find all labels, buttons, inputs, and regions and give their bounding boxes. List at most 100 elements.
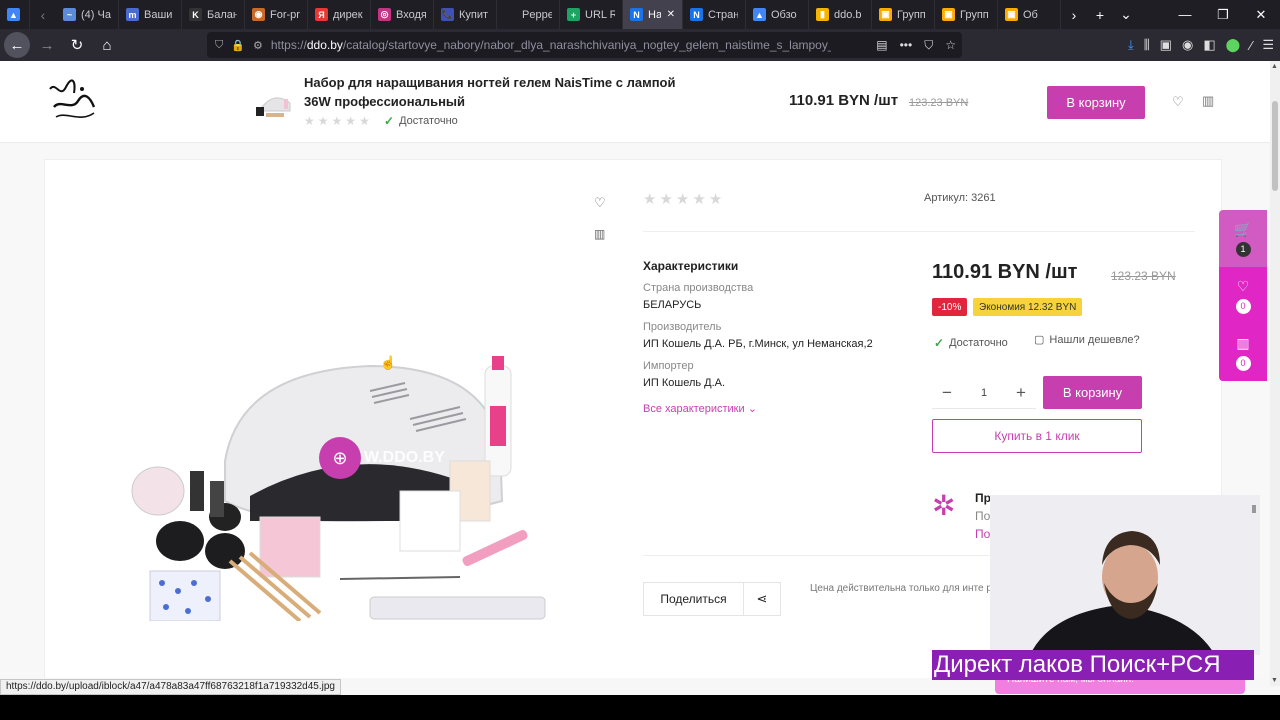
browser-tab[interactable]: + URL R (560, 0, 623, 29)
tab-favicon-icon: K (189, 8, 202, 21)
browser-tab[interactable]: 📞 Купит (434, 0, 497, 29)
floating-favorites-button[interactable]: ♡ 0 (1219, 267, 1267, 324)
browser-tab[interactable]: ◉ For-pr (245, 0, 308, 29)
all-characteristics-label: Все характеристики (643, 403, 745, 415)
browser-tab[interactable]: ▣ Групп (872, 0, 935, 29)
tab-favicon-icon: ▣ (1005, 8, 1018, 21)
scroll-down-icon[interactable]: ▼ (1271, 677, 1278, 684)
floating-cart-button[interactable]: 🛒 1 (1219, 210, 1267, 267)
browser-tab[interactable]: ~ (4) Ча (56, 0, 119, 29)
characteristic-country: Страна производства БЕЛАРУСЬ (643, 282, 753, 311)
browser-tab[interactable]: K Балан (182, 0, 245, 29)
tab-list-chevron-icon[interactable]: ⌄ (1113, 0, 1139, 29)
add-to-cart-button[interactable]: В корзину (1043, 376, 1142, 409)
scroll-up-icon[interactable]: ▲ (1271, 63, 1278, 70)
promo-block: Пр По По (975, 489, 991, 543)
restore-icon[interactable]: ❐ (1204, 0, 1242, 29)
plus-icon[interactable]: + (1006, 383, 1036, 403)
sticky-rating-stars[interactable]: ★ ★ ★ ★ ★ (304, 114, 370, 128)
sidebar-icon[interactable]: ▣ (1160, 37, 1172, 53)
characteristics-title: Характеристики (643, 259, 739, 273)
hand-cursor-icon: ☝ (380, 355, 397, 370)
download-icon[interactable]: ⤓ (1128, 37, 1134, 53)
sticky-add-to-cart-button[interactable]: В корзину (1047, 86, 1145, 119)
sticky-product-thumbnail[interactable] (254, 85, 296, 121)
permissions-icon[interactable]: ⚙ (253, 39, 263, 52)
tab-favicon-icon (504, 8, 517, 21)
all-characteristics-link[interactable]: Все характеристики ⌄ (643, 402, 757, 415)
eyedropper-icon[interactable]: ⁄ (1250, 38, 1252, 53)
home-icon[interactable]: ⌂ (94, 32, 120, 58)
tab-label: Об (1023, 8, 1038, 21)
tab-scroll-left-icon[interactable]: ‹ (30, 0, 56, 29)
product-price: 110.91 BYN /шт (932, 261, 1078, 283)
url-text[interactable]: https://ddo.by/catalog/startovye_nabory/… (271, 38, 831, 52)
sticky-stock-text: Достаточно (399, 115, 458, 127)
page-scrollbar[interactable]: ▲ ▼ (1270, 61, 1280, 686)
browser-tab[interactable]: ▮ ddo.b (809, 0, 872, 29)
tab-scroll-right-icon[interactable]: › (1061, 0, 1087, 29)
heart-icon: ♡ (1236, 277, 1250, 294)
forward-arrow-icon[interactable]: → (34, 32, 60, 58)
quantity-stepper: − 1 + (932, 377, 1036, 409)
browser-tab[interactable]: Ядирек (308, 0, 371, 29)
tab-favicon-icon: Я (315, 8, 328, 21)
sticky-favorite-heart-icon[interactable]: ♡ (1172, 94, 1184, 110)
browser-tab[interactable]: ◎ Входя (371, 0, 434, 29)
browser-tab[interactable]: N Стран (683, 0, 746, 29)
cart-count-badge: 1 (1235, 241, 1251, 257)
browser-tab[interactable]: ▣ Об (998, 0, 1061, 29)
nails-time-logo[interactable] (46, 77, 100, 127)
extension-toggle-icon[interactable]: ⬤ (1226, 37, 1241, 53)
page-actions-icon[interactable]: ••• (900, 38, 913, 53)
extension-icon[interactable]: ◧ (1203, 37, 1215, 53)
reader-view-icon[interactable]: ▤ (876, 38, 887, 53)
library-icon[interactable]: ⫼ (1144, 37, 1150, 53)
zoom-image-button[interactable]: ⊕ (319, 437, 361, 479)
image-favorite-heart-icon[interactable]: ♡ (594, 195, 606, 211)
scrollbar-thumb[interactable] (1272, 101, 1278, 191)
image-watermark: W.DDO.BY (364, 449, 445, 466)
star-icon: ★ (643, 191, 657, 208)
cart-icon: 🛒 (1234, 220, 1252, 237)
reload-icon[interactable]: ↻ (64, 32, 90, 58)
tab-favicon-icon: ~ (63, 8, 76, 21)
tab-label: Входя (396, 8, 426, 21)
sticky-old-price: 123.23 BYN (909, 97, 969, 109)
close-tab-icon[interactable]: ✕ (667, 9, 675, 20)
menu-icon[interactable]: ☰ (1262, 37, 1274, 53)
buy-one-click-button[interactable]: Купить в 1 клик (932, 419, 1142, 453)
minimize-icon[interactable]: — (1166, 0, 1204, 29)
address-bar[interactable]: ⛉ 🔒 ⚙ https://ddo.by/catalog/startovye_n… (207, 32, 962, 58)
shield-icon[interactable]: ⛉ (215, 39, 223, 52)
image-compare-icon[interactable]: ▥ (594, 227, 605, 241)
tab-pinned-ads[interactable]: ▲ (0, 0, 30, 29)
pocket-icon[interactable]: ⛉ (924, 38, 933, 53)
close-window-icon[interactable]: ✕ (1242, 0, 1280, 29)
promo-link[interactable]: По (975, 525, 991, 543)
browser-tab[interactable]: ▲ Обзо (746, 0, 809, 29)
share-button[interactable]: Поделиться ⋖ (643, 582, 781, 616)
star-icon: ★ (317, 114, 329, 128)
new-tab-icon[interactable]: + (1087, 0, 1113, 29)
product-sku: Артикул: 3261 (924, 192, 996, 204)
floating-compare-button[interactable]: ▥ 0 (1219, 324, 1267, 381)
browser-tab[interactable]: m Ваши (119, 0, 182, 29)
minus-icon[interactable]: − (932, 383, 962, 403)
browser-tab[interactable]: Pepper (497, 0, 560, 29)
browser-tab[interactable]: ▣ Групп (935, 0, 998, 29)
favorites-count-badge: 0 (1235, 298, 1251, 314)
browser-tab[interactable]: N На ✕ (623, 0, 683, 29)
percent-badge-icon: ✲ (932, 490, 956, 521)
back-arrow-icon[interactable]: ← (4, 32, 30, 58)
sticky-compare-icon[interactable]: ▥ (1202, 93, 1214, 109)
account-icon[interactable]: ◉ (1182, 37, 1193, 53)
lock-icon[interactable]: 🔒 (231, 39, 245, 52)
star-icon: ★ (659, 191, 673, 208)
tab-favicon-icon: ▣ (942, 8, 955, 21)
bookmark-star-icon[interactable]: ☆ (945, 38, 956, 53)
tab-favicon-icon: + (567, 8, 580, 21)
quantity-input[interactable]: 1 (969, 387, 999, 399)
product-rating-stars[interactable]: ★ ★ ★ ★ ★ (643, 190, 722, 208)
found-cheaper-link[interactable]: ▢ Нашли дешевле? (1034, 333, 1140, 347)
